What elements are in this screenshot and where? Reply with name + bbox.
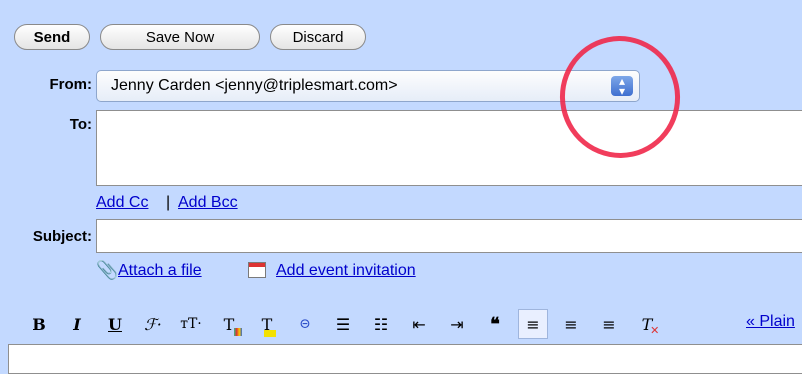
message-body[interactable] [8,344,802,374]
cc-bcc-separator: | [166,194,171,211]
to-label: To: [69,116,92,133]
align-right-icon[interactable]: ≡ [594,309,624,339]
font-size-icon[interactable]: тT· [176,309,206,339]
formatting-toolbar: B I U ℱ· тT· T T ⊝ ☰ ☷ ⇤ ⇥ ❝ ≡ ≡ ≡ T ✕ [24,306,802,342]
add-bcc-link[interactable]: Add Bcc [178,194,238,212]
from-select[interactable]: Jenny Carden <jenny@triplesmart.com> ▴ ▾ [96,70,640,102]
bulleted-list-icon[interactable]: ☷ [366,309,396,339]
save-now-button[interactable]: Save Now [100,24,260,50]
add-cc-link[interactable]: Add Cc [96,194,148,212]
quote-icon[interactable]: ❝ [480,309,510,339]
select-arrows-icon: ▴ ▾ [611,75,633,97]
indent-less-icon[interactable]: ⇤ [404,309,434,339]
paperclip-icon: 📎 [96,260,119,280]
discard-button[interactable]: Discard [270,24,366,50]
attach-file-link[interactable]: Attach a file [118,262,202,280]
italic-icon[interactable]: I [62,309,92,339]
highlight-color-icon[interactable]: T [252,309,282,339]
from-label: From: [49,76,93,93]
send-button[interactable]: Send [14,24,90,50]
subject-field[interactable] [96,219,802,253]
subject-label: Subject: [32,228,92,245]
align-center-icon[interactable]: ≡ [556,309,586,339]
indent-more-icon[interactable]: ⇥ [442,309,472,339]
link-icon[interactable]: ⊝ [290,309,320,339]
remove-formatting-icon[interactable]: T ✕ [632,309,662,339]
text-color-icon[interactable]: T [214,309,244,339]
to-field[interactable] [96,110,802,186]
add-event-invitation-link[interactable]: Add event invitation [276,262,416,280]
align-left-icon[interactable]: ≡ [518,309,548,339]
from-select-value: Jenny Carden <jenny@triplesmart.com> [111,77,398,94]
calendar-icon [248,262,266,278]
underline-icon[interactable]: U [100,309,130,339]
bold-icon[interactable]: B [24,309,54,339]
numbered-list-icon[interactable]: ☰ [328,309,358,339]
plain-text-link[interactable]: « Plain [746,313,795,331]
font-family-icon[interactable]: ℱ· [138,309,168,339]
